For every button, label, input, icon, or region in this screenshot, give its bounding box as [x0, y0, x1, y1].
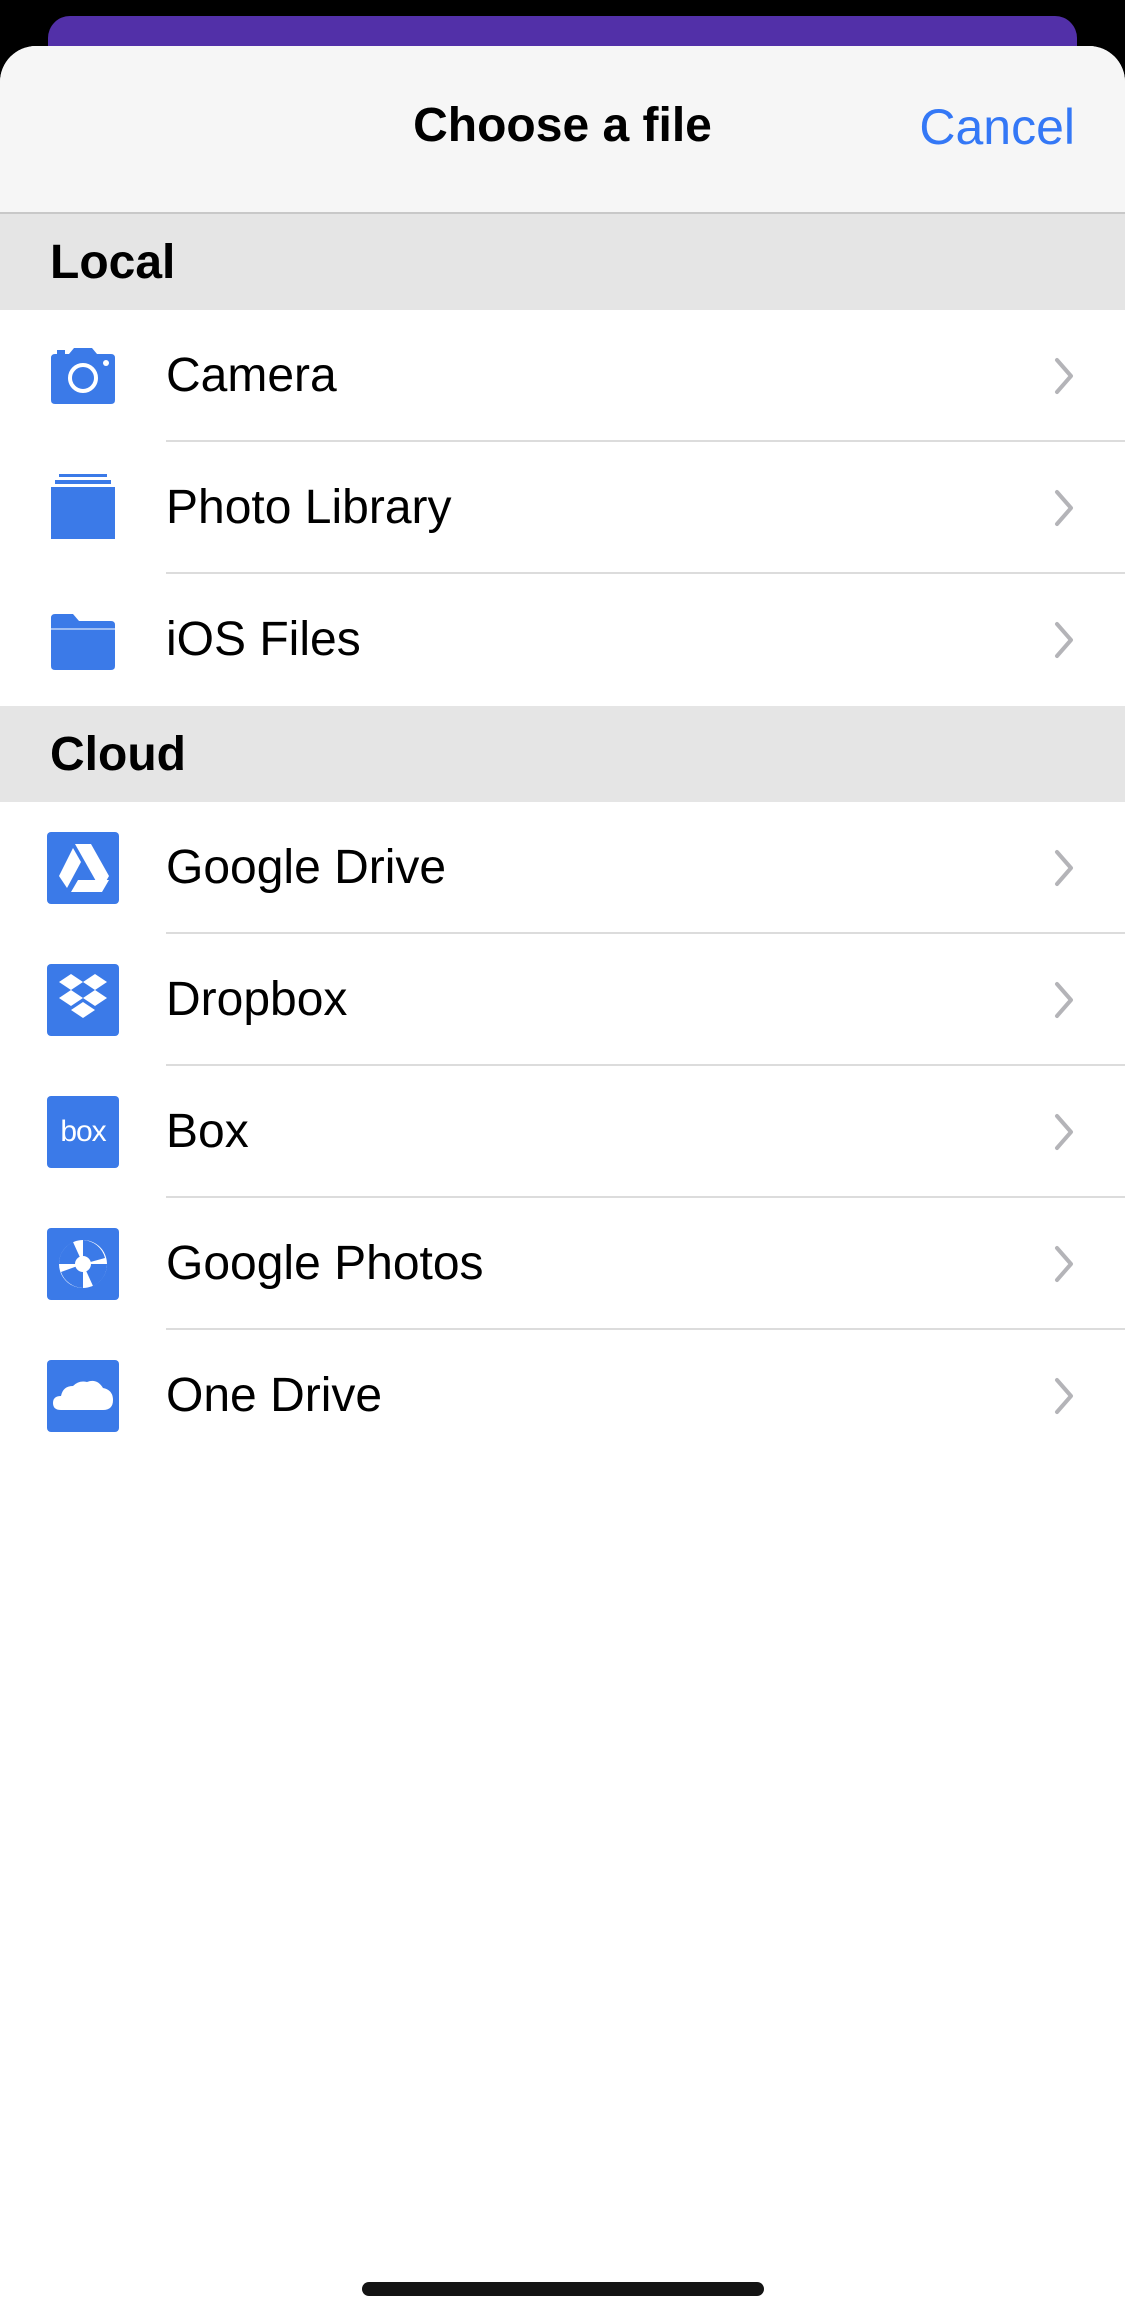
chevron-right-icon: [1055, 850, 1073, 886]
list-item-box[interactable]: box Box: [0, 1066, 1125, 1198]
section-header-cloud: Cloud: [0, 706, 1125, 802]
list-item-google-drive[interactable]: Google Drive: [0, 802, 1125, 934]
chevron-right-icon: [1055, 490, 1073, 526]
camera-icon: [47, 340, 119, 412]
box-icon: box: [47, 1096, 119, 1168]
dropbox-icon: [47, 964, 119, 1036]
list-item-photo-library[interactable]: Photo Library: [0, 442, 1125, 574]
photo-library-icon: [47, 472, 119, 544]
svg-text:box: box: [60, 1115, 106, 1148]
cancel-button[interactable]: Cancel: [919, 98, 1075, 156]
list-item-google-photos[interactable]: Google Photos: [0, 1198, 1125, 1330]
list-item-label: iOS Files: [166, 613, 361, 666]
chevron-right-icon: [1055, 982, 1073, 1018]
list-item-one-drive[interactable]: One Drive: [0, 1330, 1125, 1462]
list-item-label: Photo Library: [166, 481, 452, 534]
list-item-label: Google Photos: [166, 1237, 484, 1290]
folder-icon: [47, 604, 119, 676]
chevron-right-icon: [1055, 1246, 1073, 1282]
list-item-camera[interactable]: Camera: [0, 310, 1125, 442]
list-item-label: One Drive: [166, 1369, 383, 1422]
chevron-right-icon: [1055, 1114, 1073, 1150]
home-indicator: [362, 2282, 764, 2296]
list-item-dropbox[interactable]: Dropbox: [0, 934, 1125, 1066]
file-picker-sheet: Choose a file Cancel Local Camera Photo …: [0, 46, 1125, 2320]
list-item-label: Box: [166, 1105, 249, 1158]
chevron-right-icon: [1055, 1378, 1073, 1414]
google-photos-icon: [47, 1228, 119, 1300]
navigation-bar: Choose a file Cancel: [0, 46, 1125, 214]
list-item-label: Camera: [166, 349, 337, 402]
onedrive-icon: [47, 1360, 119, 1432]
chevron-right-icon: [1055, 622, 1073, 658]
google-drive-icon: [47, 832, 119, 904]
list-item-label: Dropbox: [166, 973, 348, 1026]
section-header-local: Local: [0, 214, 1125, 310]
chevron-right-icon: [1055, 358, 1073, 394]
list-item-label: Google Drive: [166, 841, 447, 894]
list-item-ios-files[interactable]: iOS Files: [0, 574, 1125, 706]
